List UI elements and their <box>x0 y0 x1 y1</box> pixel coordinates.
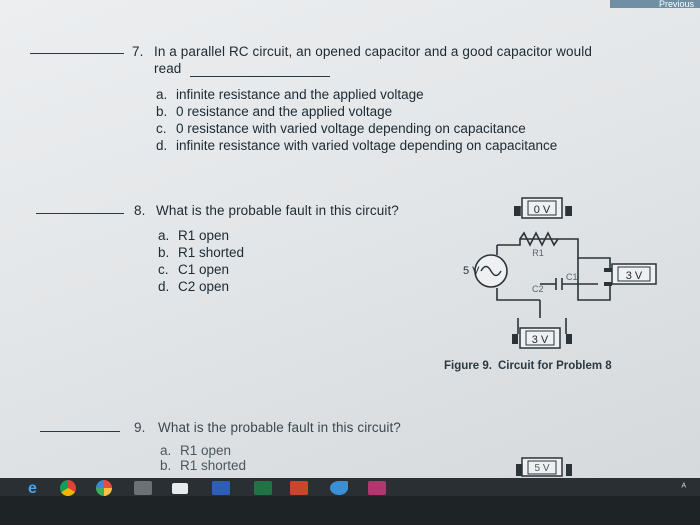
pinwheel-icon[interactable] <box>96 480 112 496</box>
q9-option-a[interactable]: a. R1 open <box>160 443 231 458</box>
figure-number: Figure 9. <box>444 360 492 372</box>
word-icon[interactable] <box>212 481 230 495</box>
powerpoint-icon[interactable] <box>290 481 308 495</box>
taskbar: e ᴬ <box>0 478 700 525</box>
source-label: 5 V <box>463 265 480 277</box>
resistor-label: R1 <box>532 248 544 258</box>
c1-label: C1 <box>566 272 578 282</box>
meter-right-reading: 3 V <box>626 270 643 282</box>
option-text: R1 open <box>180 443 232 458</box>
meter-q9-reading: 5 V <box>534 463 549 474</box>
meter-bottom-reading: 3 V <box>532 334 549 346</box>
c2-label: C2 <box>532 284 544 294</box>
mail-icon[interactable] <box>172 483 188 494</box>
option-letter: b. <box>160 458 172 473</box>
option-text: R1 shorted <box>180 458 247 473</box>
meter-top-reading: 0 V <box>534 204 551 216</box>
store-icon[interactable] <box>134 481 152 495</box>
question-9-text: What is the probable fault in this circu… <box>158 420 401 435</box>
document-page: Previous 7. In a parallel RC circuit, an… <box>0 0 700 478</box>
answer-blank-q9[interactable] <box>40 431 120 432</box>
option-letter: a. <box>160 443 172 458</box>
tray-text[interactable]: ᴬ <box>681 482 686 493</box>
figure-title: Circuit for Problem 8 <box>497 360 612 372</box>
figure-caption: Figure 9. Circuit for Problem 8 <box>444 360 618 372</box>
edge-icon[interactable]: e <box>28 481 46 497</box>
bird-icon[interactable] <box>330 481 348 495</box>
q9-option-b[interactable]: b. R1 shorted <box>160 458 246 473</box>
question-9-number: 9. <box>134 420 146 435</box>
circuit-diagram: 0 V 3 V 3 V R1 5 V C1 C2 5 V <box>463 197 657 477</box>
excel-icon[interactable] <box>254 481 272 495</box>
chrome-icon[interactable] <box>60 480 76 496</box>
photos-icon[interactable] <box>368 481 386 495</box>
